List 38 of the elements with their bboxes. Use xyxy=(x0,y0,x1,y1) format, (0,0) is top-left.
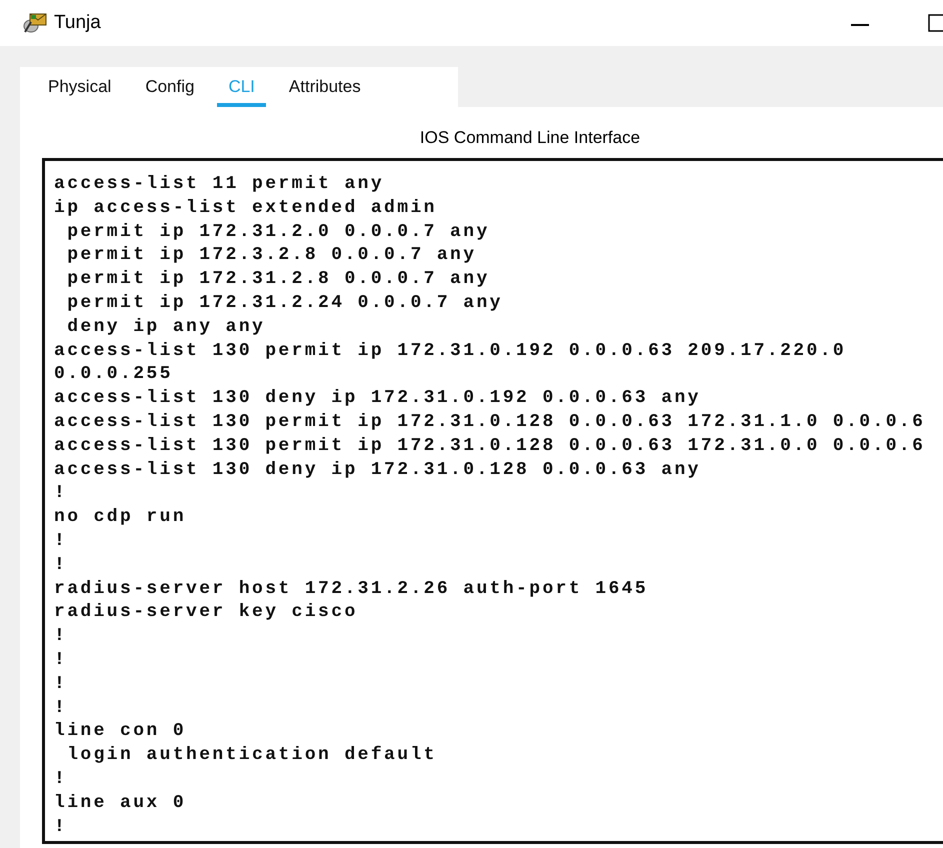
terminal-line: ! xyxy=(54,648,68,672)
maximize-icon xyxy=(928,14,943,32)
terminal-line: access-list 130 permit ip 172.31.0.192 0.0.0.63 209.17.220.0 xyxy=(54,340,846,363)
terminal-line: 0.0.0.255 xyxy=(54,363,173,386)
cli-heading: IOS Command Line Interface xyxy=(420,128,640,147)
terminal-line: deny ip any any xyxy=(66,316,266,339)
window-title: Tunja xyxy=(54,12,102,34)
terminal-line: permit ip 172.31.2.8 0.0.0.7 any xyxy=(66,268,490,292)
terminal-line: access-list 11 permit any xyxy=(54,173,384,196)
terminal-line: permit ip 172.31.2.0 0.0.0.7 any xyxy=(66,220,490,244)
terminal-line: access-list 130 deny ip 172.31.0.192 0.0.0.63 any xyxy=(54,387,701,410)
terminal-line: line con 0 xyxy=(54,720,186,744)
terminal-line: radius-server key cisco xyxy=(54,601,358,624)
terminal-line: access-list 130 deny ip 172.31.0.128 0.0.0.63 any xyxy=(54,458,701,482)
terminal-line: ! xyxy=(54,625,68,648)
terminal-line: permit ip 172.3.2.8 0.0.0.7 any xyxy=(66,244,476,268)
maximize-button[interactable] xyxy=(928,14,943,32)
terminal-line: ! xyxy=(54,554,68,577)
terminal-line: ! xyxy=(54,482,68,506)
tab[interactable]: Config xyxy=(134,67,206,107)
terminal-line: ip access-list extended admin xyxy=(54,196,437,220)
terminal-console[interactable] xyxy=(42,158,943,844)
terminal-line: ! xyxy=(54,530,68,553)
tab[interactable]: Physical xyxy=(37,67,122,107)
terminal-line: no cdp run xyxy=(54,506,186,530)
minimize-icon xyxy=(851,24,869,26)
terminal-line: ! xyxy=(54,816,68,839)
terminal-line: login authentication default xyxy=(66,744,437,768)
terminal-line: radius-server host 172.31.2.26 auth-port 1645 xyxy=(54,578,648,601)
tab[interactable]: Attributes xyxy=(278,67,372,107)
terminal-line: permit ip 172.31.2.24 0.0.0.7 any xyxy=(66,292,503,315)
app-icon xyxy=(22,12,48,34)
terminal-line: access-list 130 permit ip 172.31.0.128 0.0.0.63 172.31.0.0 0.0.0.6 xyxy=(54,434,926,458)
terminal-line: line aux 0 xyxy=(54,792,186,815)
terminal-line: ! xyxy=(54,672,68,696)
terminal-line: ! xyxy=(54,768,68,791)
terminal-line: access-list 130 permit ip 172.31.0.128 0.0.0.63 172.31.1.0 0.0.0.6 xyxy=(54,410,926,434)
terminal-line: ! xyxy=(54,696,68,720)
